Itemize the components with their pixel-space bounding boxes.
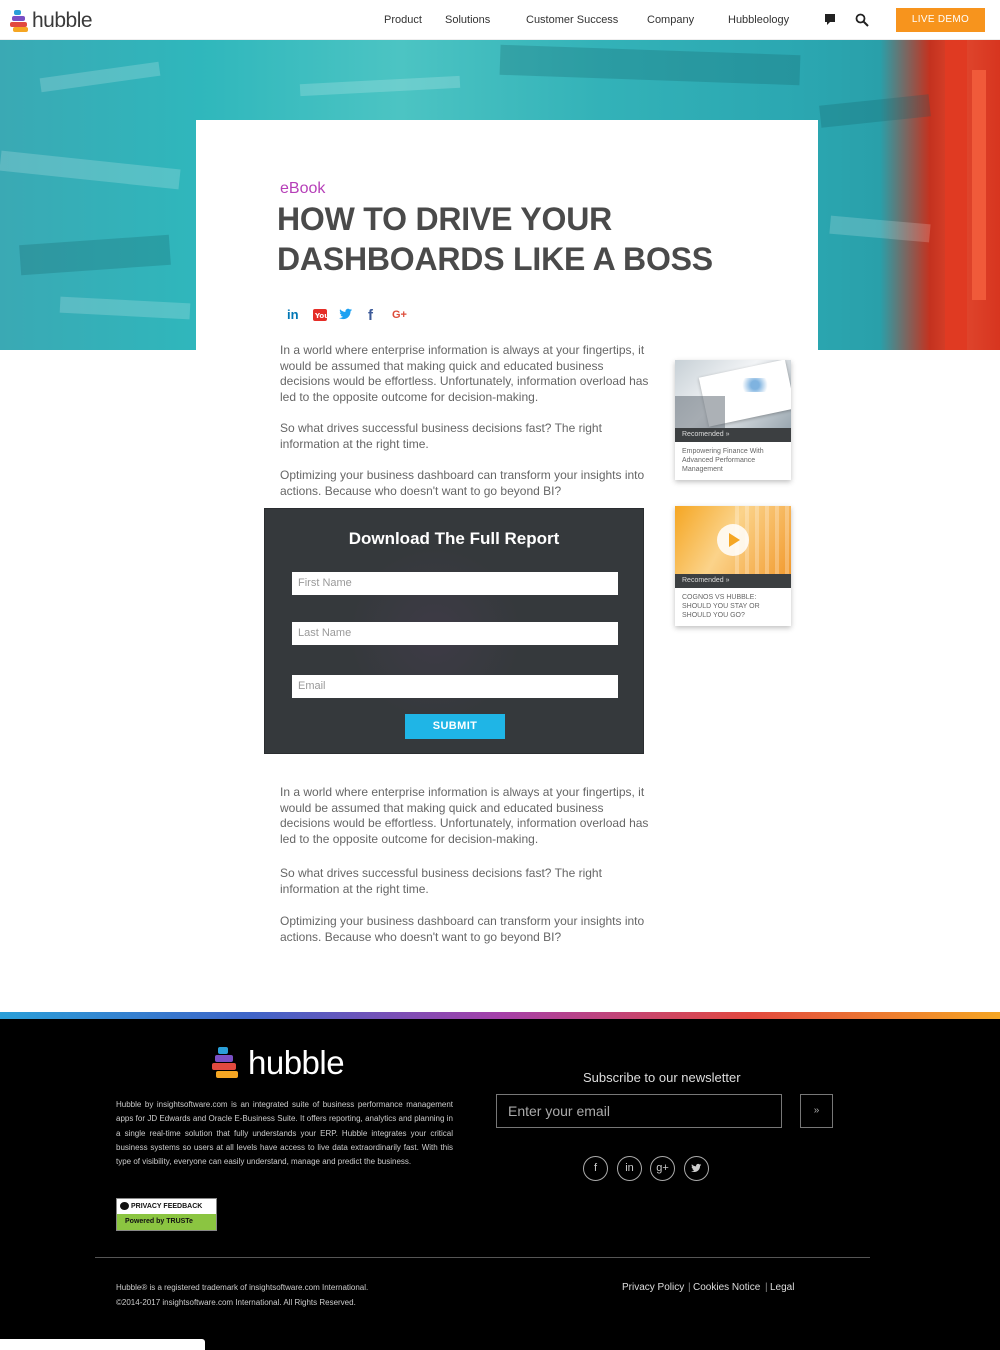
outro-paragraph-1: In a world where enterprise information … bbox=[280, 785, 649, 846]
footer-logo[interactable]: hubble bbox=[212, 1044, 345, 1082]
facebook-icon[interactable]: f bbox=[583, 1156, 608, 1181]
youtube-icon[interactable]: You bbox=[313, 308, 329, 325]
google-plus-icon[interactable]: g+ bbox=[650, 1156, 675, 1181]
privacy-policy-link[interactable]: Privacy Policy bbox=[622, 1282, 684, 1293]
newsletter-label: Subscribe to our newsletter bbox=[583, 1070, 741, 1085]
copyright-text: ©2014-2017 insightsoftware.com Internati… bbox=[116, 1297, 356, 1307]
feedback-icon bbox=[120, 1202, 129, 1210]
page-title: HOW TO DRIVE YOUR DASHBOARDS LIKE A BOSS bbox=[277, 201, 713, 277]
recommended-card-2[interactable]: Recomended » COGNOS VS HUBBLE: SHOULD YO… bbox=[675, 506, 791, 626]
search-icon[interactable] bbox=[855, 13, 869, 30]
footer-divider bbox=[95, 1257, 870, 1258]
recommended-image-1 bbox=[675, 360, 791, 428]
nav-company[interactable]: Company bbox=[647, 14, 694, 26]
recommended-caption-1: Empowering Finance With Advanced Perform… bbox=[682, 448, 764, 473]
newsletter-email-input[interactable]: Enter your email bbox=[496, 1094, 782, 1128]
nav-solutions[interactable]: Solutions bbox=[445, 14, 490, 26]
first-name-field[interactable]: First Name bbox=[292, 572, 618, 595]
legal-link[interactable]: Legal bbox=[770, 1282, 794, 1293]
truste-bottom-label: Powered by TRUSTe bbox=[117, 1214, 216, 1230]
brand-name: hubble bbox=[32, 9, 93, 32]
ebook-tag: eBook bbox=[280, 180, 326, 197]
email-field[interactable]: Email bbox=[292, 675, 618, 698]
intro-paragraph-3: Optimizing your business dashboard can t… bbox=[280, 468, 645, 498]
recommended-label-2: Recomended » bbox=[675, 574, 791, 588]
bottom-tab[interactable] bbox=[0, 1339, 205, 1350]
form-title: Download The Full Report bbox=[348, 529, 560, 548]
footer-gradient-bar bbox=[0, 1012, 1000, 1019]
hubble-logo[interactable]: hubble bbox=[10, 8, 93, 34]
twitter-icon[interactable] bbox=[339, 308, 353, 323]
hubble-logo-icon bbox=[10, 10, 30, 32]
intro-paragraph-1: In a world where enterprise information … bbox=[280, 343, 649, 404]
facebook-icon[interactable]: f bbox=[368, 307, 373, 324]
play-icon[interactable] bbox=[717, 524, 749, 556]
linkedin-icon[interactable]: in bbox=[617, 1156, 642, 1181]
last-name-field[interactable]: Last Name bbox=[292, 622, 618, 645]
truste-top-label: PRIVACY FEEDBACK bbox=[131, 1203, 203, 1210]
footer-legal: Hubble® is a registered trademark of ins… bbox=[116, 1281, 368, 1310]
chat-icon[interactable] bbox=[824, 13, 836, 29]
top-nav: hubble Product Solutions Customer Succes… bbox=[0, 0, 1000, 40]
trademark-text: Hubble® is a registered trademark of ins… bbox=[116, 1283, 369, 1292]
newsletter-submit-button[interactable]: » bbox=[800, 1094, 833, 1128]
truste-badge[interactable]: PRIVACY FEEDBACK Powered by TRUSTe bbox=[116, 1198, 217, 1231]
linkedin-icon[interactable]: in bbox=[287, 307, 299, 322]
recommended-card-1[interactable]: Recomended » Empowering Finance With Adv… bbox=[675, 360, 791, 480]
cookies-notice-link[interactable]: Cookies Notice bbox=[693, 1282, 760, 1293]
hubble-logo-icon bbox=[212, 1047, 240, 1079]
google-plus-icon[interactable]: G+ bbox=[392, 309, 407, 321]
recommended-image-2 bbox=[675, 506, 791, 574]
outro-paragraph-3: Optimizing your business dashboard can t… bbox=[280, 914, 645, 944]
recommended-label-1: Recomended » bbox=[675, 428, 791, 442]
download-form: Download The Full Report First Name Last… bbox=[264, 508, 644, 754]
recommended-caption-2: COGNOS VS HUBBLE: SHOULD YOU STAY OR SHO… bbox=[682, 594, 760, 619]
submit-button[interactable]: SUBMIT bbox=[405, 714, 505, 739]
nav-customer-success[interactable]: Customer Success bbox=[526, 14, 618, 26]
footer-brand-name: hubble bbox=[248, 1044, 345, 1081]
svg-text:You: You bbox=[314, 312, 327, 320]
live-demo-button[interactable]: LIVE DEMO bbox=[896, 8, 985, 32]
twitter-icon[interactable] bbox=[684, 1156, 709, 1181]
intro-paragraph-2: So what drives successful business decis… bbox=[280, 421, 602, 451]
nav-hubbleology[interactable]: Hubbleology bbox=[728, 14, 789, 26]
nav-product[interactable]: Product bbox=[384, 14, 422, 26]
footer-about: Hubble by insightsoftware.com is an inte… bbox=[116, 1100, 453, 1167]
outro-paragraph-2: So what drives successful business decis… bbox=[280, 866, 602, 896]
